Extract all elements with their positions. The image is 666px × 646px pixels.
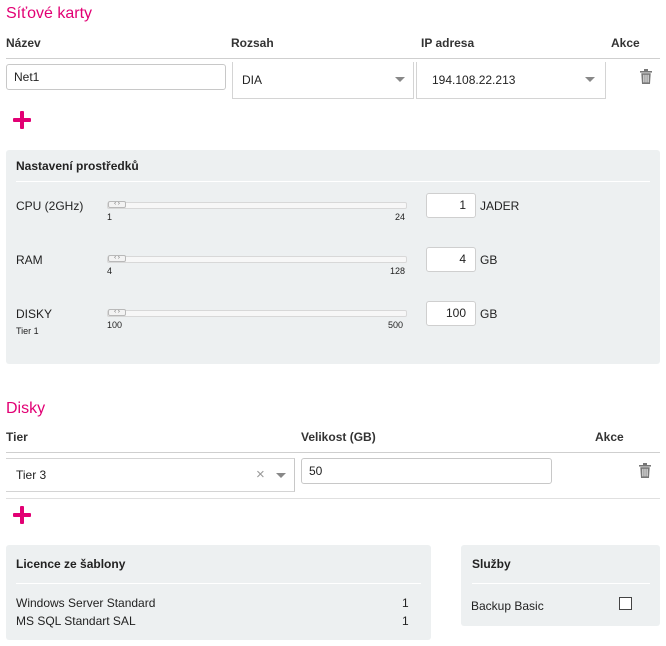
col-header-disk-actions: Akce: [595, 430, 624, 444]
col-header-name: Název: [6, 36, 41, 50]
disk-min: 100: [107, 320, 123, 330]
disk-sublabel: Tier 1: [16, 326, 39, 336]
cpu-slider-handle[interactable]: ‹ ›: [108, 201, 126, 208]
ram-unit: GB: [480, 253, 498, 267]
col-header-size: Velikost (GB): [301, 430, 376, 444]
cpu-label: CPU (2GHz): [16, 199, 84, 213]
network-name-input[interactable]: Net1: [6, 64, 226, 90]
col-header-range: Rozsah: [231, 36, 274, 50]
cpu-min: 1: [107, 212, 113, 222]
disk-tier-select[interactable]: Tier 3 ×: [6, 458, 295, 492]
cpu-slider[interactable]: [107, 202, 407, 209]
disk-slider-handle[interactable]: ‹ ›: [108, 309, 126, 316]
trash-icon[interactable]: [639, 463, 651, 478]
chevron-down-icon: [276, 473, 286, 478]
network-range-value: DIA: [242, 73, 263, 87]
license-item-count: 1: [402, 614, 409, 628]
cpu-max: 24: [395, 212, 406, 222]
disk-tier-value: Tier 3: [16, 468, 47, 482]
col-header-tier: Tier: [6, 430, 28, 444]
resources-title: Nastavení prostředků: [16, 159, 139, 173]
disk-max: 500: [388, 320, 404, 330]
licenses-title: Licence ze šablony: [16, 557, 126, 571]
disk-unit: GB: [480, 307, 498, 321]
chevron-down-icon: [395, 77, 405, 82]
cpu-input[interactable]: 1: [426, 193, 476, 218]
network-range-select[interactable]: DIA: [232, 62, 414, 99]
ram-label: RAM: [16, 253, 43, 267]
disk-slider[interactable]: [107, 310, 407, 317]
network-ip-value: 194.108.22.213: [432, 73, 516, 87]
ram-slider[interactable]: [107, 256, 407, 263]
chevron-down-icon: [585, 77, 595, 82]
disk-size-input[interactable]: 50: [301, 458, 552, 484]
col-header-ip: IP adresa: [421, 36, 475, 50]
ram-slider-handle[interactable]: ‹ ›: [108, 255, 126, 262]
license-item-name: MS SQL Standart SAL: [16, 614, 136, 628]
disk-input[interactable]: 100: [426, 301, 476, 326]
network-ip-select[interactable]: 194.108.22.213: [416, 62, 606, 99]
ram-input[interactable]: 4: [426, 247, 476, 272]
add-network-button[interactable]: [13, 111, 31, 129]
disk-label: DISKY: [16, 307, 53, 321]
col-header-actions: Akce: [611, 36, 640, 50]
add-disk-button[interactable]: [13, 506, 31, 524]
trash-icon[interactable]: [640, 69, 652, 84]
services-title: Služby: [472, 557, 511, 571]
license-item-name: Windows Server Standard: [16, 596, 156, 610]
service-item-label: Backup Basic: [471, 599, 544, 613]
clear-icon[interactable]: ×: [256, 467, 265, 483]
ram-min: 4: [107, 266, 113, 276]
license-item-count: 1: [402, 596, 409, 610]
network-section-title: Síťové karty: [6, 5, 93, 22]
disks-section-title: Disky: [6, 400, 46, 417]
backup-basic-checkbox[interactable]: [619, 597, 632, 610]
cpu-unit: JADER: [480, 199, 520, 213]
ram-max: 128: [390, 266, 406, 276]
